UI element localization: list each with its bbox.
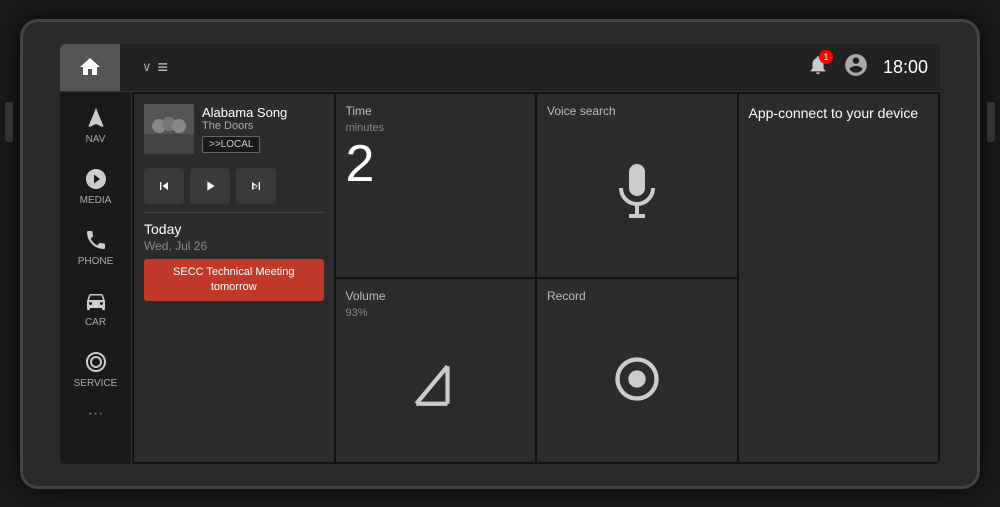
record-title: Record	[547, 289, 727, 303]
music-controls	[144, 168, 324, 204]
sidebar-item-phone[interactable]: PHONE	[60, 218, 131, 277]
app-connect-title: App-connect to your device	[749, 104, 929, 122]
media-label: MEDIA	[80, 195, 112, 206]
record-widget[interactable]: Record	[537, 279, 737, 462]
sidebar: NAV MEDIA PHONE	[60, 92, 132, 464]
app-connect-widget[interactable]: App-connect to your device	[739, 94, 939, 462]
today-section: Today Wed, Jul 26 SECC Technical Meeting…	[144, 212, 324, 302]
phone-label: PHONE	[78, 256, 114, 267]
volume-icon	[346, 319, 526, 452]
home-button[interactable]	[60, 44, 120, 92]
volume-title: Volume	[346, 289, 526, 303]
widget-grid: Alabama Song The Doors >>LOCAL	[132, 92, 940, 464]
nav-label: NAV	[86, 134, 106, 145]
voice-widget[interactable]: Voice search	[537, 94, 737, 277]
song-title: Alabama Song	[202, 105, 324, 120]
time-widget-title: Time	[346, 104, 526, 118]
time-widget-subtitle: minutes	[346, 122, 526, 134]
sidebar-item-service[interactable]: SERVICE	[60, 340, 131, 399]
music-top: Alabama Song The Doors >>LOCAL	[144, 104, 324, 154]
more-dots[interactable]: ···	[88, 405, 104, 423]
sidebar-item-car[interactable]: CAR	[60, 279, 131, 338]
device-frame: ∨ ≡ 1 18:00	[20, 19, 980, 489]
record-icon	[547, 307, 727, 452]
user-avatar[interactable]	[843, 52, 869, 83]
local-badge: >>LOCAL	[202, 136, 260, 153]
play-button[interactable]	[190, 168, 230, 204]
album-art	[144, 104, 194, 154]
song-artist: The Doors	[202, 120, 324, 132]
sidebar-item-nav[interactable]: NAV	[60, 96, 131, 155]
main-content: NAV MEDIA PHONE	[60, 92, 940, 464]
clock: 18:00	[883, 57, 928, 78]
car-label: CAR	[85, 317, 106, 328]
music-widget[interactable]: Alabama Song The Doors >>LOCAL	[134, 94, 334, 462]
menu-area: ∨ ≡	[132, 57, 807, 78]
mic-icon	[547, 122, 727, 267]
event-badge: SECC Technical Meeting tomorrow	[144, 259, 324, 302]
hamburger-icon[interactable]: ≡	[158, 57, 169, 78]
volume-widget[interactable]: Volume 93%	[336, 279, 536, 462]
notification-bell[interactable]: 1	[807, 54, 829, 81]
voice-widget-title: Voice search	[547, 104, 616, 118]
today-title: Today	[144, 221, 324, 237]
notification-badge: 1	[819, 50, 833, 64]
top-bar-right: 1 18:00	[807, 52, 928, 83]
volume-subtitle: 93%	[346, 307, 526, 319]
song-info: Alabama Song The Doors >>LOCAL	[202, 105, 324, 153]
screen: ∨ ≡ 1 18:00	[60, 44, 940, 464]
time-widget[interactable]: Time minutes 2	[336, 94, 536, 277]
next-button[interactable]	[236, 168, 276, 204]
today-date: Wed, Jul 26	[144, 239, 324, 253]
time-widget-value: 2	[346, 138, 526, 190]
service-label: SERVICE	[74, 378, 118, 389]
chevron-icon: ∨	[142, 59, 152, 75]
prev-button[interactable]	[144, 168, 184, 204]
sidebar-item-media[interactable]: MEDIA	[60, 157, 131, 216]
top-bar: ∨ ≡ 1 18:00	[60, 44, 940, 92]
